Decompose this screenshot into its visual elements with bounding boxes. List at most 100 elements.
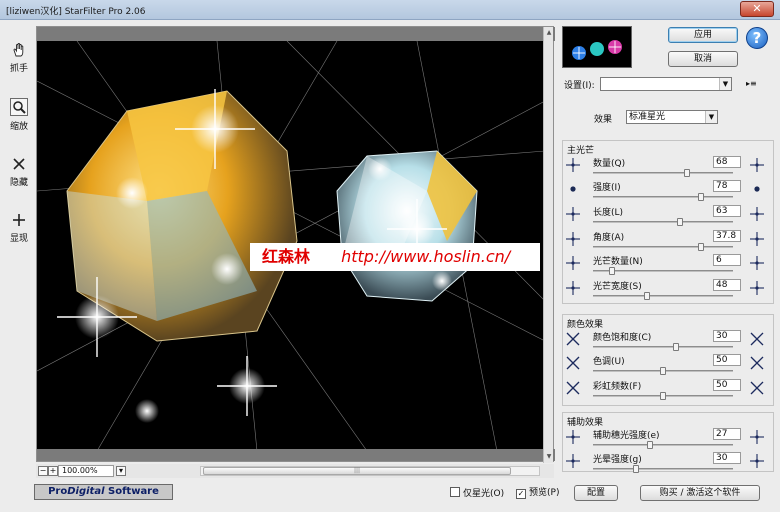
param-angle-value-field[interactable]: 37.8 xyxy=(713,230,741,242)
param-intensity-label: 强度(I) xyxy=(593,183,621,193)
param-rainbow: 彩虹频数(F) 50 xyxy=(563,378,775,402)
color-effect-group: 颜色效果 颜色饱和度(C) 30 色调(U) 50 彩虹频数(F) 50 xyxy=(562,314,774,406)
param-hue-label: 色调(U) xyxy=(593,357,625,367)
aux-effect-group: 辅助效果 辅助穗光强度(e) 27 光晕强度(g) 30 xyxy=(562,412,775,475)
window-close-button[interactable]: ✕ xyxy=(740,1,774,17)
param-saturation-slider-knob[interactable] xyxy=(673,343,680,351)
settings-label: 设置(I): xyxy=(564,81,595,91)
param-glow-intensity-slider[interactable] xyxy=(593,465,733,473)
effect-thumbnail xyxy=(562,26,632,68)
param-glow-intensity: 光晕强度(g) 30 xyxy=(563,451,775,475)
param-length: 长度(L) 63 xyxy=(563,204,775,228)
plus-icon xyxy=(11,212,27,228)
zoom-level-field[interactable]: 100.00% xyxy=(58,465,114,477)
chevron-down-icon: ▼ xyxy=(705,111,717,123)
param-rainbow-slider[interactable] xyxy=(593,392,733,400)
param-ray-count-value-field[interactable]: 6 xyxy=(713,254,741,266)
settings-select[interactable]: ▼ xyxy=(600,77,732,91)
param-hue-slider-knob[interactable] xyxy=(660,367,666,375)
only-star-box[interactable] xyxy=(450,487,460,497)
prodigital-logo: ProDigital Software xyxy=(34,484,173,500)
param-glow-intensity-label: 光晕强度(g) xyxy=(593,455,642,465)
zoom-dropdown-icon[interactable]: ▾ xyxy=(116,466,126,476)
param-hue-slider[interactable] xyxy=(593,367,733,375)
param-ray-count-slider[interactable] xyxy=(593,267,733,275)
param-length-right-sparkle-icon xyxy=(749,206,767,224)
param-aux-intensity-value-field[interactable]: 27 xyxy=(713,428,741,440)
show-tool[interactable]: 显现 xyxy=(2,212,36,244)
param-ray-count-label: 光芒数量(N) xyxy=(593,257,643,267)
param-ray-width-label: 光芒宽度(S) xyxy=(593,282,642,292)
param-intensity-slider-knob[interactable] xyxy=(697,193,704,201)
settings-panel: 应用 取消 ? 设置(I): ▼ ▸≡ 效果 标准星光 ▼ 主光芒 数量(Q) 6… xyxy=(556,20,780,480)
param-length-slider[interactable] xyxy=(593,218,733,226)
show-tool-label: 显现 xyxy=(9,234,28,244)
buy-activate-button[interactable]: 购买 / 激活这个软件 xyxy=(640,485,760,501)
param-ray-count-slider-knob[interactable] xyxy=(609,267,616,275)
scroll-up-icon[interactable]: ▲ xyxy=(545,29,553,37)
watermark-name: 红森林 xyxy=(262,247,311,266)
help-icon[interactable]: ? xyxy=(746,27,768,49)
param-length-value-field[interactable]: 63 xyxy=(713,205,741,217)
param-intensity-value-field[interactable]: 78 xyxy=(713,180,741,192)
param-ray-width-slider[interactable] xyxy=(593,292,733,300)
param-rainbow-slider-knob[interactable] xyxy=(660,392,666,400)
param-rainbow-value-field[interactable]: 50 xyxy=(713,379,741,391)
param-angle-slider[interactable] xyxy=(593,243,733,251)
param-quantity-slider[interactable] xyxy=(593,169,733,177)
preview-vertical-scrollbar[interactable]: ▲ ▼ xyxy=(543,27,553,463)
zoom-bar: − + 100.00% ▾ ||| xyxy=(36,464,554,478)
param-saturation-right-sparkle-icon xyxy=(749,331,767,349)
preview-checkbox[interactable]: ✓ 预览(P) xyxy=(516,487,559,499)
param-angle-right-sparkle-icon xyxy=(749,231,767,249)
param-intensity-slider[interactable] xyxy=(593,193,733,201)
param-ray-width-slider-knob[interactable] xyxy=(643,292,650,300)
settings-menu-icon[interactable]: ▸≡ xyxy=(746,79,757,88)
param-glow-intensity-value-field[interactable]: 30 xyxy=(713,452,741,464)
param-ray-width-value-field[interactable]: 48 xyxy=(713,279,741,291)
param-saturation-slider[interactable] xyxy=(593,343,733,351)
zoom-out-button[interactable]: − xyxy=(38,466,48,476)
hide-tool-label: 隐藏 xyxy=(9,178,28,188)
param-quantity-slider-knob[interactable] xyxy=(684,169,691,177)
preview-horizontal-scrollbar[interactable]: ||| xyxy=(200,466,540,476)
param-angle-slider-knob[interactable] xyxy=(697,243,704,251)
settings-row: 设置(I): ▼ ▸≡ xyxy=(564,77,774,91)
param-hue-value-field[interactable]: 50 xyxy=(713,354,741,366)
hide-tool[interactable]: 隐藏 xyxy=(2,156,36,188)
param-ray-width-left-sparkle-icon xyxy=(565,280,581,296)
dialog-client: 抓手 缩放 隐藏 显现 ▲ ▼ 红森林 http://www.hoslin.cn… xyxy=(0,20,780,512)
horizontal-scroll-thumb[interactable]: ||| xyxy=(203,467,511,475)
config-button[interactable]: 配置 xyxy=(574,485,618,501)
watermark-url: http://www.hoslin.cn/ xyxy=(341,247,511,266)
zoom-tool[interactable]: 缩放 xyxy=(2,98,36,132)
cancel-button[interactable]: 取消 xyxy=(668,51,738,67)
footer-bar: ProDigital Software 仅星光(O) ✓ 预览(P) 配置 购买 … xyxy=(0,480,780,512)
param-aux-intensity-slider-knob[interactable] xyxy=(646,441,653,449)
checkmark-icon[interactable]: ✓ xyxy=(516,489,526,499)
scroll-down-icon[interactable]: ▼ xyxy=(545,453,553,461)
hand-icon xyxy=(11,42,27,58)
apply-button[interactable]: 应用 xyxy=(668,27,738,43)
param-glow-intensity-slider-knob[interactable] xyxy=(633,465,640,473)
hand-tool[interactable]: 抓手 xyxy=(2,42,36,74)
param-glow-intensity-left-sparkle-icon xyxy=(565,453,581,469)
param-aux-intensity-slider[interactable] xyxy=(593,441,733,449)
preview-margin-top xyxy=(37,27,555,41)
watermark-banner: 红森林 http://www.hoslin.cn/ xyxy=(250,243,540,271)
only-star-checkbox[interactable]: 仅星光(O) xyxy=(450,487,504,499)
param-angle-label: 角度(A) xyxy=(593,233,625,243)
zoom-in-button[interactable]: + xyxy=(48,466,58,476)
effect-select[interactable]: 标准星光 ▼ xyxy=(626,110,718,124)
param-saturation-value-field[interactable]: 30 xyxy=(713,330,741,342)
param-saturation-label: 颜色饱和度(C) xyxy=(593,333,652,343)
effect-row: 效果 标准星光 ▼ xyxy=(564,110,774,125)
window-title: [liziwen汉化] StarFilter Pro 2.06 xyxy=(6,7,146,17)
param-intensity-right-sparkle-icon xyxy=(749,181,767,199)
param-length-slider-knob[interactable] xyxy=(677,218,684,226)
param-aux-intensity: 辅助穗光强度(e) 27 xyxy=(563,427,775,451)
param-rainbow-label: 彩虹频数(F) xyxy=(593,382,642,392)
param-quantity-value-field[interactable]: 68 xyxy=(713,156,741,168)
param-length-label: 长度(L) xyxy=(593,208,624,218)
effect-label: 效果 xyxy=(594,115,613,125)
